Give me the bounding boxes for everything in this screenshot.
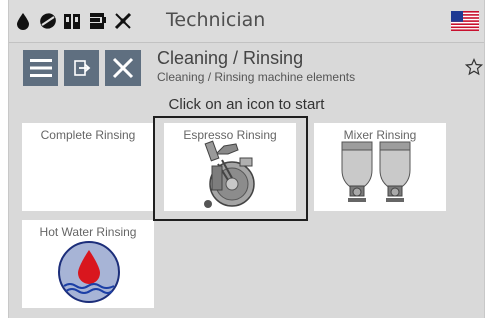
us-flag-icon[interactable] <box>451 11 479 31</box>
menu-icon <box>29 59 52 77</box>
tile-label: Complete Rinsing <box>40 128 136 142</box>
coffee-bean-icon[interactable] <box>38 11 58 31</box>
grinder-icon[interactable] <box>62 11 82 31</box>
tile-mixer-rinsing[interactable]: Mixer Rinsing <box>314 123 446 211</box>
page-title: Technician <box>166 9 266 31</box>
star-outline-icon[interactable] <box>465 58 483 76</box>
instruction-text: Click on an icon to start <box>168 96 325 113</box>
close-icon <box>112 57 134 79</box>
water-drop-icon[interactable] <box>13 11 33 31</box>
hot-water-drop-icon <box>58 241 120 303</box>
section-subtitle: Cleaning / Rinsing machine elements <box>157 70 356 84</box>
logout-icon <box>73 60 90 76</box>
menu-button[interactable] <box>23 50 58 86</box>
tile-hot-water-rinsing[interactable]: Hot Water Rinsing <box>22 220 154 308</box>
milk-system-icon[interactable] <box>88 11 108 31</box>
tile-label: Hot Water Rinsing <box>39 225 137 239</box>
tile-complete-rinsing[interactable]: Complete Rinsing <box>22 123 154 211</box>
tools-icon[interactable] <box>113 11 133 31</box>
app-frame: Technician Cleaning / Rinsing Cleaning /… <box>8 0 485 318</box>
mixer-units-icon <box>341 141 411 202</box>
tile-espresso-rinsing[interactable]: Espresso Rinsing <box>164 123 296 211</box>
top-bar: Technician <box>9 0 484 43</box>
section-title: Cleaning / Rinsing <box>157 48 304 68</box>
close-button[interactable] <box>105 50 141 86</box>
espresso-unit-icon <box>204 140 255 208</box>
logout-button[interactable] <box>64 50 99 86</box>
